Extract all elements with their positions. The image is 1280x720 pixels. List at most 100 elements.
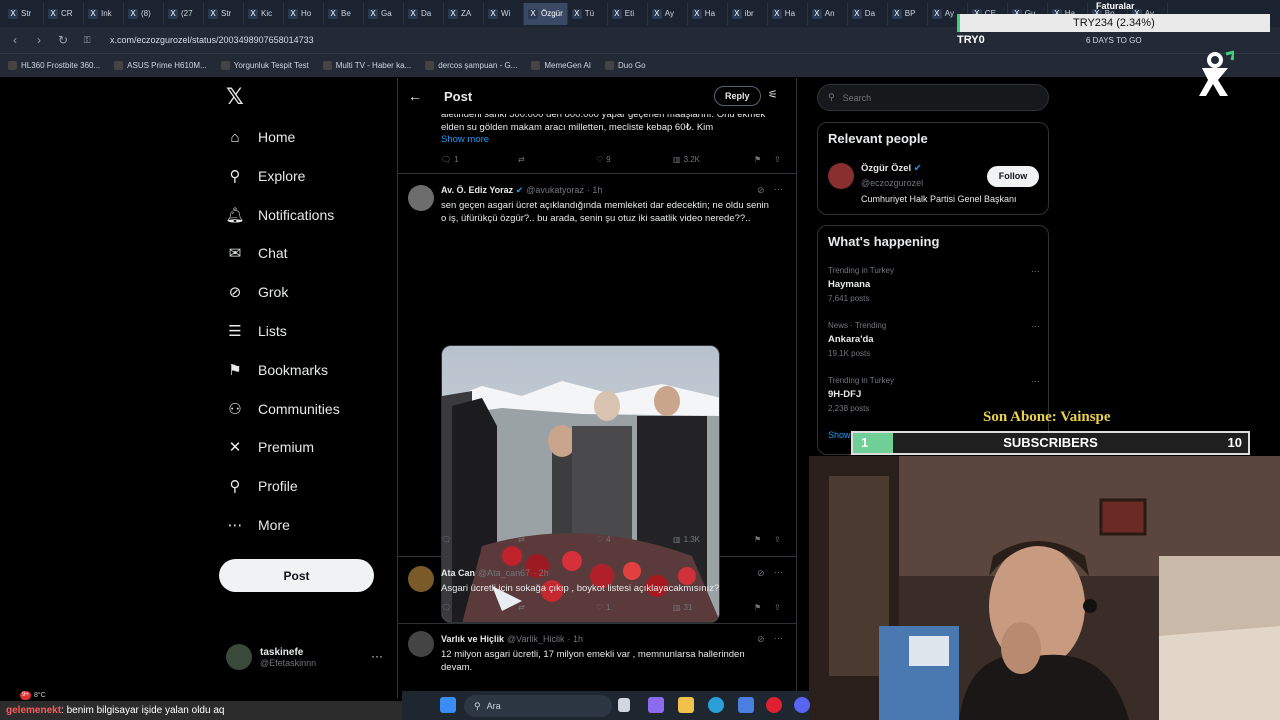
browser-tab[interactable]: X (27: [164, 2, 204, 25]
bookmark-item[interactable]: Yorgunluk Tespit Test: [220, 61, 309, 70]
repost-icon[interactable]: ⇄: [518, 155, 525, 164]
browser-tab[interactable]: X Özgür: [524, 2, 568, 25]
windows-start-icon[interactable]: [440, 697, 456, 713]
file-explorer-icon[interactable]: [678, 697, 694, 713]
browser-tab[interactable]: XAy: [648, 2, 688, 25]
search-input[interactable]: ⚲ Search: [817, 84, 1049, 111]
like-icon[interactable]: ♡ 4: [596, 535, 611, 544]
reply-icon[interactable]: 🗨︎: [441, 603, 451, 612]
tweet-author[interactable]: Av. Ö. Ediz Yoraz ✔ @avukatyoraz · 1h: [441, 185, 602, 196]
bookmark-item[interactable]: MemeGen AI: [531, 61, 591, 70]
repost-icon[interactable]: ⇄: [518, 603, 525, 612]
browser-tab[interactable]: X BP: [888, 2, 928, 25]
more-icon[interactable]: ···: [1031, 376, 1040, 386]
browser-tab[interactable]: X Eti: [608, 2, 648, 25]
views-icon[interactable]: ▥ 31: [673, 603, 692, 612]
grok-icon[interactable]: ⊘: [757, 568, 765, 579]
avatar[interactable]: [408, 566, 434, 592]
browser-tab[interactable]: Xibr: [728, 2, 768, 25]
post-button[interactable]: Post: [219, 559, 374, 592]
site-info-icon[interactable]: ⚿: [78, 31, 96, 49]
browser-tab[interactable]: X An: [808, 2, 848, 25]
browser-tab[interactable]: X Be: [324, 2, 364, 25]
browser-tab[interactable]: X CR: [44, 2, 84, 25]
x-logo-icon[interactable]: 𝕏: [226, 86, 246, 108]
sidebar-item-lists[interactable]: ☰ Lists: [226, 319, 287, 343]
browser-tab[interactable]: X Str: [4, 2, 44, 25]
reload-icon[interactable]: ↻: [54, 31, 72, 49]
share-icon[interactable]: ⇪: [774, 535, 781, 544]
trend-item[interactable]: Trending in Turkey Haymana 7,641 posts ···: [828, 266, 1040, 306]
tweet-author[interactable]: Ata Can @Ata_can67 · 2h: [441, 568, 549, 578]
tweet-item[interactable]: Varlık ve Hiçlik @Varlik_Hiclik · 1h ⊘ ···…: [398, 625, 796, 698]
account-switcher[interactable]: taskinefe @Efetaskinnn: [226, 641, 386, 673]
store-icon[interactable]: [738, 697, 754, 713]
trend-item[interactable]: News · Trending Ankara'da 19.1K posts ···: [828, 321, 1040, 361]
browser-tab[interactable]: X Ga: [364, 2, 404, 25]
browser-tab[interactable]: X Ho: [284, 2, 324, 25]
back-arrow-icon[interactable]: ←: [408, 88, 424, 104]
bookmark-item[interactable]: ASUS Prime H610M...: [114, 61, 207, 70]
reply-icon[interactable]: 🗨︎: [441, 535, 451, 544]
browser-tab[interactable]: X Da: [848, 2, 888, 25]
avatar[interactable]: [408, 185, 434, 211]
sidebar-item-communities[interactable]: ⚇ Communities: [226, 397, 339, 421]
bookmark-icon[interactable]: ⚑: [754, 155, 761, 164]
sidebar-item-premium[interactable]: ✕ Premium: [226, 435, 314, 459]
tweet-item[interactable]: Ata Can @Ata_can67 · 2h ⊘ ··· Asgari ücret…: [398, 558, 796, 624]
views-icon[interactable]: ▥ 1.3K: [673, 535, 700, 544]
browser-tab[interactable]: X (8): [124, 2, 164, 25]
browser-tab[interactable]: X Wi: [484, 2, 524, 25]
more-icon[interactable]: ···: [1031, 321, 1040, 331]
avatar[interactable]: [408, 631, 434, 657]
tweet-item[interactable]: Av. Ö. Ediz Yoraz ✔ @avukatyoraz · 1h ⊘ ··…: [398, 175, 796, 623]
browser-tab[interactable]: XHa: [688, 2, 728, 25]
bookmark-item[interactable]: Duo Go: [605, 61, 646, 70]
browser-tab[interactable]: X Str: [204, 2, 244, 25]
edge-icon[interactable]: [708, 697, 724, 713]
like-icon[interactable]: ♡ 1: [596, 603, 611, 612]
views-icon[interactable]: ▥ 3.2K: [673, 155, 700, 164]
more-icon[interactable]: ···: [774, 633, 783, 643]
show-more-link[interactable]: Show: [828, 430, 851, 440]
sidebar-item-chat[interactable]: ✉ Chat: [226, 241, 288, 265]
bookmark-item[interactable]: dercos şampuan - G...: [425, 61, 517, 70]
grok-icon[interactable]: ⊘: [757, 634, 765, 645]
bookmark-item[interactable]: Multi TV - Haber ka...: [322, 61, 411, 70]
sliders-icon[interactable]: ⚟: [768, 88, 778, 101]
forward-arrow-icon[interactable]: ›: [30, 31, 48, 49]
person-name[interactable]: Özgür Özel ✔: [861, 163, 922, 174]
sidebar-item-explore[interactable]: ⚲ Explore: [226, 164, 306, 188]
copilot-icon[interactable]: [648, 697, 664, 713]
browser-tab[interactable]: X Kic: [244, 2, 284, 25]
more-icon[interactable]: ···: [774, 567, 783, 577]
browser-tab[interactable]: X Da: [404, 2, 444, 25]
sidebar-item-notifications[interactable]: 🔔︎ Notifications: [225, 203, 334, 227]
sidebar-item-profile[interactable]: ⚲ Profile: [226, 474, 298, 498]
browser-tab[interactable]: X Tü: [568, 2, 608, 25]
sidebar-item-more[interactable]: ⋯ More: [226, 513, 290, 537]
browser-tab[interactable]: X Ink: [84, 2, 124, 25]
browser-tab[interactable]: XHa: [768, 2, 808, 25]
share-icon[interactable]: ⇪: [774, 155, 781, 164]
task-view-icon[interactable]: [618, 698, 630, 712]
sidebar-item-home[interactable]: ⌂ Home: [226, 125, 295, 149]
taskbar-search-input[interactable]: ⚲ Ara: [464, 695, 612, 717]
tweet-author[interactable]: Varlık ve Hiçlik @Varlik_Hiclik · 1h: [441, 634, 583, 644]
sidebar-item-bookmarks[interactable]: ⚑ Bookmarks: [226, 358, 328, 382]
follow-button[interactable]: Follow: [987, 166, 1039, 187]
repost-icon[interactable]: ⇄: [518, 535, 525, 544]
like-icon[interactable]: ♡ 9: [596, 155, 611, 164]
back-arrow-icon[interactable]: ‹: [6, 31, 24, 49]
discord-icon[interactable]: [794, 697, 810, 713]
bookmark-item[interactable]: HL360 Frostbite 360...: [8, 61, 100, 70]
sidebar-item-grok[interactable]: ⊘ Grok: [226, 280, 289, 304]
browser-tab[interactable]: X ZA: [444, 2, 484, 25]
opera-icon[interactable]: [766, 697, 782, 713]
reply-icon[interactable]: 🗨︎ 1: [441, 155, 459, 164]
grok-icon[interactable]: ⊘: [757, 185, 765, 196]
bookmark-icon[interactable]: ⚑: [754, 535, 761, 544]
bookmark-icon[interactable]: ⚑: [754, 603, 761, 612]
url-field[interactable]: x.com/eczozgurozel/status/20034989076580…: [110, 35, 610, 45]
show-more-link[interactable]: Show more: [441, 134, 489, 145]
